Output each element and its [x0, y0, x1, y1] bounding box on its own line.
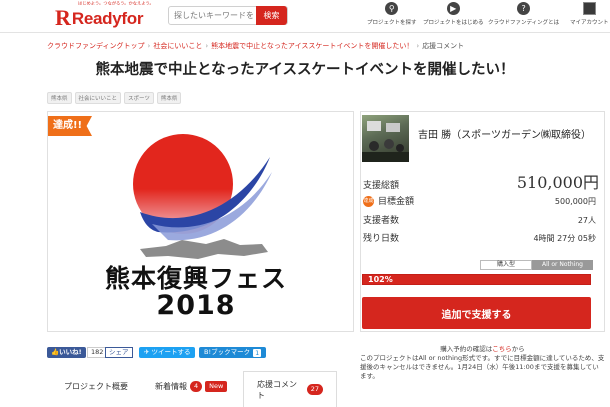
breadcrumb-separator: › — [416, 42, 420, 50]
breadcrumb-current: 応援コメント — [422, 42, 465, 50]
tag[interactable]: スポーツ — [124, 92, 154, 104]
project-tabs: プロジェクト概要 新着情報 4 New 応援コメント 27 — [47, 371, 337, 407]
supporters-value: 27人 — [577, 216, 596, 225]
total-label: 支援総額 — [363, 181, 400, 191]
toggle-purchase[interactable]: 購入型 — [480, 260, 532, 270]
new-badge: New — [205, 380, 228, 392]
tab-label: 新着情報 — [155, 381, 187, 391]
logo-tagline: はじめよう。つながろう。かなえよう。 — [78, 0, 154, 6]
tag[interactable]: 社会にいいこと — [74, 92, 122, 104]
supporters-label: 支援者数 — [363, 216, 400, 226]
nav-label: プロジェクトをはじめる — [423, 20, 484, 26]
breadcrumb: クラウドファンディングトップ › 社会にいいこと › 熊本地震で中止となったアイススケー… — [47, 41, 464, 51]
total-value: 510,000円 — [516, 173, 599, 192]
thumbs-up-icon: 👍 — [51, 348, 60, 356]
nav-about-crowdfunding[interactable]: ? クラウドファンディングとは — [488, 2, 559, 32]
toggle-all-or-nothing[interactable]: All or Nothing — [532, 260, 593, 270]
site-header: R Readyfor はじめよう。つながろう。かなえよう。 検索 ⚲ プロジェク… — [0, 0, 610, 33]
progress-label: 102% — [368, 275, 393, 284]
tab-overview[interactable]: プロジェクト概要 — [64, 371, 128, 401]
project-image[interactable]: 達成!! 熊本復興フェス 2018 — [47, 111, 354, 332]
hatena-bookmark-button[interactable]: B!ブックマーク 1 — [199, 347, 267, 358]
question-icon: ? — [517, 2, 531, 15]
breadcrumb-separator: › — [147, 42, 151, 50]
nav-my-account[interactable]: マイアカウント — [570, 2, 609, 32]
nav-label: プロジェクトを探す — [367, 20, 417, 26]
facebook-share-button[interactable]: シェア — [105, 347, 133, 358]
search-box: 検索 — [168, 6, 288, 25]
tag-list: 熊本県 社会にいいこと スポーツ 熊本県 — [47, 92, 182, 104]
logo[interactable]: R Readyfor — [55, 3, 143, 29]
fb-like-label: いいね! — [59, 348, 82, 356]
logo-text: Readyfor — [71, 9, 144, 28]
owner-photo[interactable] — [362, 115, 409, 162]
tweet-button[interactable]: ✈ ツイートする — [139, 347, 196, 358]
hatena-label: B!ブックマーク — [204, 348, 251, 356]
tab-comments[interactable]: 応援コメント 27 — [243, 371, 337, 407]
goal-row: 達成 目標金額 500,000円 — [363, 194, 603, 207]
avatar-icon — [582, 2, 596, 15]
festival-year: 2018 — [156, 290, 236, 321]
island-shape — [140, 239, 268, 259]
tweet-label: ツイートする — [151, 348, 191, 356]
logo-mark: R — [55, 5, 71, 30]
breadcrumb-item[interactable]: クラウドファンディングトップ — [47, 42, 145, 50]
nav-label: クラウドファンディングとは — [488, 20, 560, 26]
owner-name[interactable]: 吉田 勝（スポーツガーデン㈱取締役） — [418, 128, 598, 143]
tab-label: プロジェクト概要 — [64, 381, 128, 391]
funding-type-toggle: 購入型 All or Nothing — [480, 260, 593, 270]
news-count-badge: 4 — [190, 380, 203, 392]
fb-like-count: 182 — [84, 347, 108, 358]
remaining-row: 残り日数 4時間 27分 05秒 — [363, 231, 603, 244]
progress-bar: 102% — [362, 274, 591, 285]
twitter-bird-icon: ✈ — [144, 348, 150, 356]
reservation-link[interactable]: こちら — [492, 345, 512, 353]
breadcrumb-item[interactable]: 社会にいいこと — [153, 42, 202, 50]
notes-prefix: 購入予約の確認は — [440, 345, 493, 353]
nav-label: マイアカウント — [570, 20, 609, 26]
remaining-label: 残り日数 — [363, 234, 400, 244]
search-button[interactable]: 検索 — [256, 6, 287, 25]
breadcrumb-separator: › — [205, 42, 209, 50]
comment-count-badge: 27 — [306, 384, 323, 395]
tab-news[interactable]: 新着情報 4 New — [155, 371, 228, 401]
total-row: 支援総額 510,000円 — [363, 169, 603, 193]
facebook-like-button[interactable]: 👍 いいね! — [47, 347, 86, 358]
breadcrumb-item[interactable]: 熊本地震で中止となったアイススケートイベントを開催したい！ — [211, 42, 413, 50]
search-icon: ⚲ — [385, 2, 399, 15]
goal-label: 目標金額 — [378, 197, 415, 207]
nav-find-projects[interactable]: ⚲ プロジェクトを探す — [367, 2, 417, 32]
owner-photo-graphic — [362, 121, 409, 162]
support-button[interactable]: 追加で支援する — [362, 297, 591, 329]
page-title: 熊本地震で中止となったアイススケートイベントを開催したい！ — [95, 62, 515, 78]
tag[interactable]: 熊本県 — [47, 92, 72, 104]
supporters-row: 支援者数 27人 — [363, 213, 603, 226]
remaining-value: 4時間 27分 05秒 — [533, 234, 596, 243]
funding-notes: 購入予約の確認はこちらから このプロジェクトはAll or nothing形式で… — [360, 345, 605, 381]
goal-value: 500,000円 — [554, 197, 596, 206]
play-icon: ▶ — [446, 2, 460, 15]
notes-suffix: から — [511, 345, 525, 353]
achieved-badge: 達成!! — [48, 116, 92, 136]
tag[interactable]: 熊本県 — [156, 92, 182, 104]
hatena-count: 1 — [253, 348, 262, 357]
nav-start-project[interactable]: ▶ プロジェクトをはじめる — [423, 2, 484, 32]
search-input[interactable] — [169, 7, 257, 24]
tab-label: 応援コメント — [257, 379, 297, 400]
funding-panel: 吉田 勝（スポーツガーデン㈱取締役） 支援総額 510,000円 達成 目標金額 … — [360, 111, 605, 332]
goal-achieved-badge: 達成 — [363, 196, 374, 207]
notes-body: このプロジェクトはAll or nothing形式です。すでに目標金額に達してい… — [360, 354, 605, 380]
